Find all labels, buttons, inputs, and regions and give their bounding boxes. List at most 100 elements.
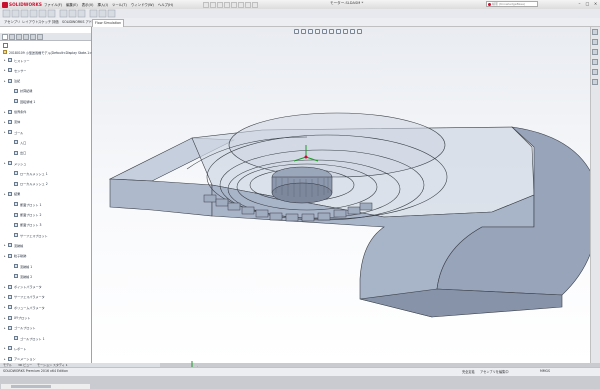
tab-evaluate[interactable]: 評価 xyxy=(50,19,61,26)
expand-icon[interactable]: ▸ xyxy=(4,316,7,320)
tree-item[interactable]: ▸ ゴールプロット xyxy=(4,325,36,331)
menu-help[interactable]: ヘルプ(H) xyxy=(158,2,173,7)
menu-file[interactable]: ファイル(F) xyxy=(44,2,62,7)
zoom-to-fit-icon[interactable] xyxy=(294,29,299,34)
expand-icon[interactable]: ▸ xyxy=(4,161,7,165)
expand-icon[interactable]: ▸ xyxy=(4,243,7,247)
menu-tools[interactable]: ツール(T) xyxy=(112,2,127,7)
display-style-icon[interactable] xyxy=(329,29,334,34)
previous-view-icon[interactable] xyxy=(308,29,313,34)
resources-icon[interactable] xyxy=(592,29,598,35)
new-icon[interactable] xyxy=(203,1,209,8)
display-settings-icon[interactable] xyxy=(357,29,362,34)
feature-tree-tab-icon[interactable] xyxy=(2,33,8,40)
expand-icon[interactable]: ▸ xyxy=(4,254,7,258)
section-view-icon[interactable] xyxy=(315,29,320,34)
tree-item[interactable]: 断面プロット 2 xyxy=(10,212,42,218)
tree-item[interactable]: ▸ ゴール xyxy=(4,129,23,135)
tree-item[interactable]: 流跡線 2 xyxy=(10,273,32,279)
tree-item[interactable]: 計算記録 xyxy=(10,88,32,94)
tree-item[interactable]: サーフェスプロット xyxy=(10,232,48,238)
tree-item[interactable]: ローカルメッシュ 2 xyxy=(10,181,48,187)
maximize-icon[interactable]: □ xyxy=(585,1,590,6)
tree-item[interactable]: ▸ 粒子軌跡 xyxy=(4,253,26,259)
tree-item[interactable]: ゴールプロット 1 xyxy=(10,335,45,341)
options-icon[interactable] xyxy=(252,1,258,8)
menu-view[interactable]: 表示(V) xyxy=(82,2,94,7)
panel-scrollbar[interactable] xyxy=(1,383,90,389)
appearance-icon[interactable] xyxy=(343,29,348,34)
tree-item[interactable]: 断面プロット 1 xyxy=(10,201,42,207)
expand-icon[interactable]: ▸ xyxy=(4,305,7,309)
tree-item[interactable]: 断面プロット 3 xyxy=(10,222,42,228)
expand-icon[interactable]: ▸ xyxy=(4,295,7,299)
minimize-icon[interactable]: – xyxy=(577,1,582,6)
tree-item[interactable]: 入口 xyxy=(10,139,26,145)
expand-icon[interactable]: ▸ xyxy=(4,58,7,62)
tree-item[interactable]: ▸ 流体 xyxy=(4,119,20,125)
tree-item[interactable]: ▸ 流跡線 xyxy=(4,242,23,248)
expand-icon[interactable]: ▸ xyxy=(4,346,7,350)
tree-item[interactable]: 出口 xyxy=(10,150,26,156)
select-icon[interactable] xyxy=(238,1,244,8)
expand-icon[interactable]: ▸ xyxy=(4,68,7,72)
tree-item[interactable]: ▸ ヒストリー xyxy=(4,57,29,63)
configuration-tab-icon[interactable] xyxy=(16,33,22,40)
tree-item[interactable]: ▸ レポート xyxy=(4,345,26,351)
expand-icon[interactable]: ▸ xyxy=(4,192,7,196)
tree-item[interactable]: ▸ 境界条件 xyxy=(4,109,26,115)
view-palette-icon[interactable] xyxy=(592,59,598,65)
status-units[interactable]: MMGS xyxy=(540,369,550,373)
graphics-area[interactable] xyxy=(92,27,600,374)
expand-icon[interactable]: ▸ xyxy=(4,326,7,330)
search-box[interactable]: 検索 (KnowledgeBase) xyxy=(486,1,538,7)
tree-filter[interactable] xyxy=(0,42,91,48)
flow-analysis-tab-icon[interactable] xyxy=(37,33,43,40)
solidworks-logo[interactable]: SOLIDWORKS xyxy=(2,1,42,8)
tree-item[interactable]: 流跡線 1 xyxy=(10,263,32,269)
tree-item-label: ヒストリー xyxy=(14,58,30,63)
tree-root[interactable]: 20180109 小型送風機モデル(Default<Display State-… xyxy=(3,49,93,55)
tab-flow-simulation[interactable]: Flow Simulation xyxy=(92,19,125,27)
tree-item[interactable]: ▸ XYプロット xyxy=(4,315,30,321)
hide-show-icon[interactable] xyxy=(336,29,341,34)
appearances-icon[interactable] xyxy=(592,69,598,75)
tree-item-label: メッシュ xyxy=(14,161,27,166)
print-icon[interactable] xyxy=(224,1,230,8)
custom-properties-icon[interactable] xyxy=(592,79,598,85)
menu-edit[interactable]: 編集(E) xyxy=(66,2,78,7)
expand-icon[interactable]: ▸ xyxy=(4,357,7,361)
property-manager-tab-icon[interactable] xyxy=(9,33,15,40)
scene-icon[interactable] xyxy=(350,29,355,34)
dimxpert-tab-icon[interactable] xyxy=(23,33,29,40)
close-icon[interactable]: × xyxy=(593,1,598,6)
tree-item[interactable]: ▸ メッシュ xyxy=(4,160,26,166)
tree-item[interactable]: ▸ アニメーション xyxy=(4,356,36,362)
expand-icon[interactable]: ▸ xyxy=(4,285,7,289)
display-manager-tab-icon[interactable] xyxy=(30,33,36,40)
file-explorer-icon[interactable] xyxy=(592,49,598,55)
zoom-area-icon[interactable] xyxy=(301,29,306,34)
menu-window[interactable]: ウィンドウ(W) xyxy=(131,2,154,7)
design-library-icon[interactable] xyxy=(592,39,598,45)
expand-icon[interactable]: ▸ xyxy=(4,130,7,134)
tree-item[interactable]: ▸ 注記 xyxy=(4,78,20,84)
tree-item[interactable]: ▸ ポイントパラメータ xyxy=(4,284,42,290)
tree-item[interactable]: ▸ センサー xyxy=(4,67,26,73)
scroll-thumb[interactable] xyxy=(11,385,51,388)
tree-item[interactable]: ▸ サーフェスパラメータ xyxy=(4,294,45,300)
blower-model[interactable] xyxy=(92,27,600,363)
open-icon[interactable] xyxy=(210,1,216,8)
tree-item[interactable]: ▸ ボリュームパラメータ xyxy=(4,304,45,310)
expand-icon[interactable]: ▸ xyxy=(4,110,7,114)
expand-icon[interactable]: ▸ xyxy=(4,79,7,83)
save-icon[interactable] xyxy=(217,1,223,8)
expand-icon[interactable]: ▸ xyxy=(4,120,7,124)
undo-icon[interactable] xyxy=(231,1,237,8)
view-orientation-icon[interactable] xyxy=(322,29,327,34)
rebuild-icon[interactable] xyxy=(245,1,251,8)
tree-item[interactable]: ローカルメッシュ 1 xyxy=(10,170,48,176)
tree-item[interactable]: 回転領域 1 xyxy=(10,98,35,104)
tree-item[interactable]: ▸ 結果 xyxy=(4,191,20,197)
menu-insert[interactable]: 挿入(I) xyxy=(98,2,108,7)
